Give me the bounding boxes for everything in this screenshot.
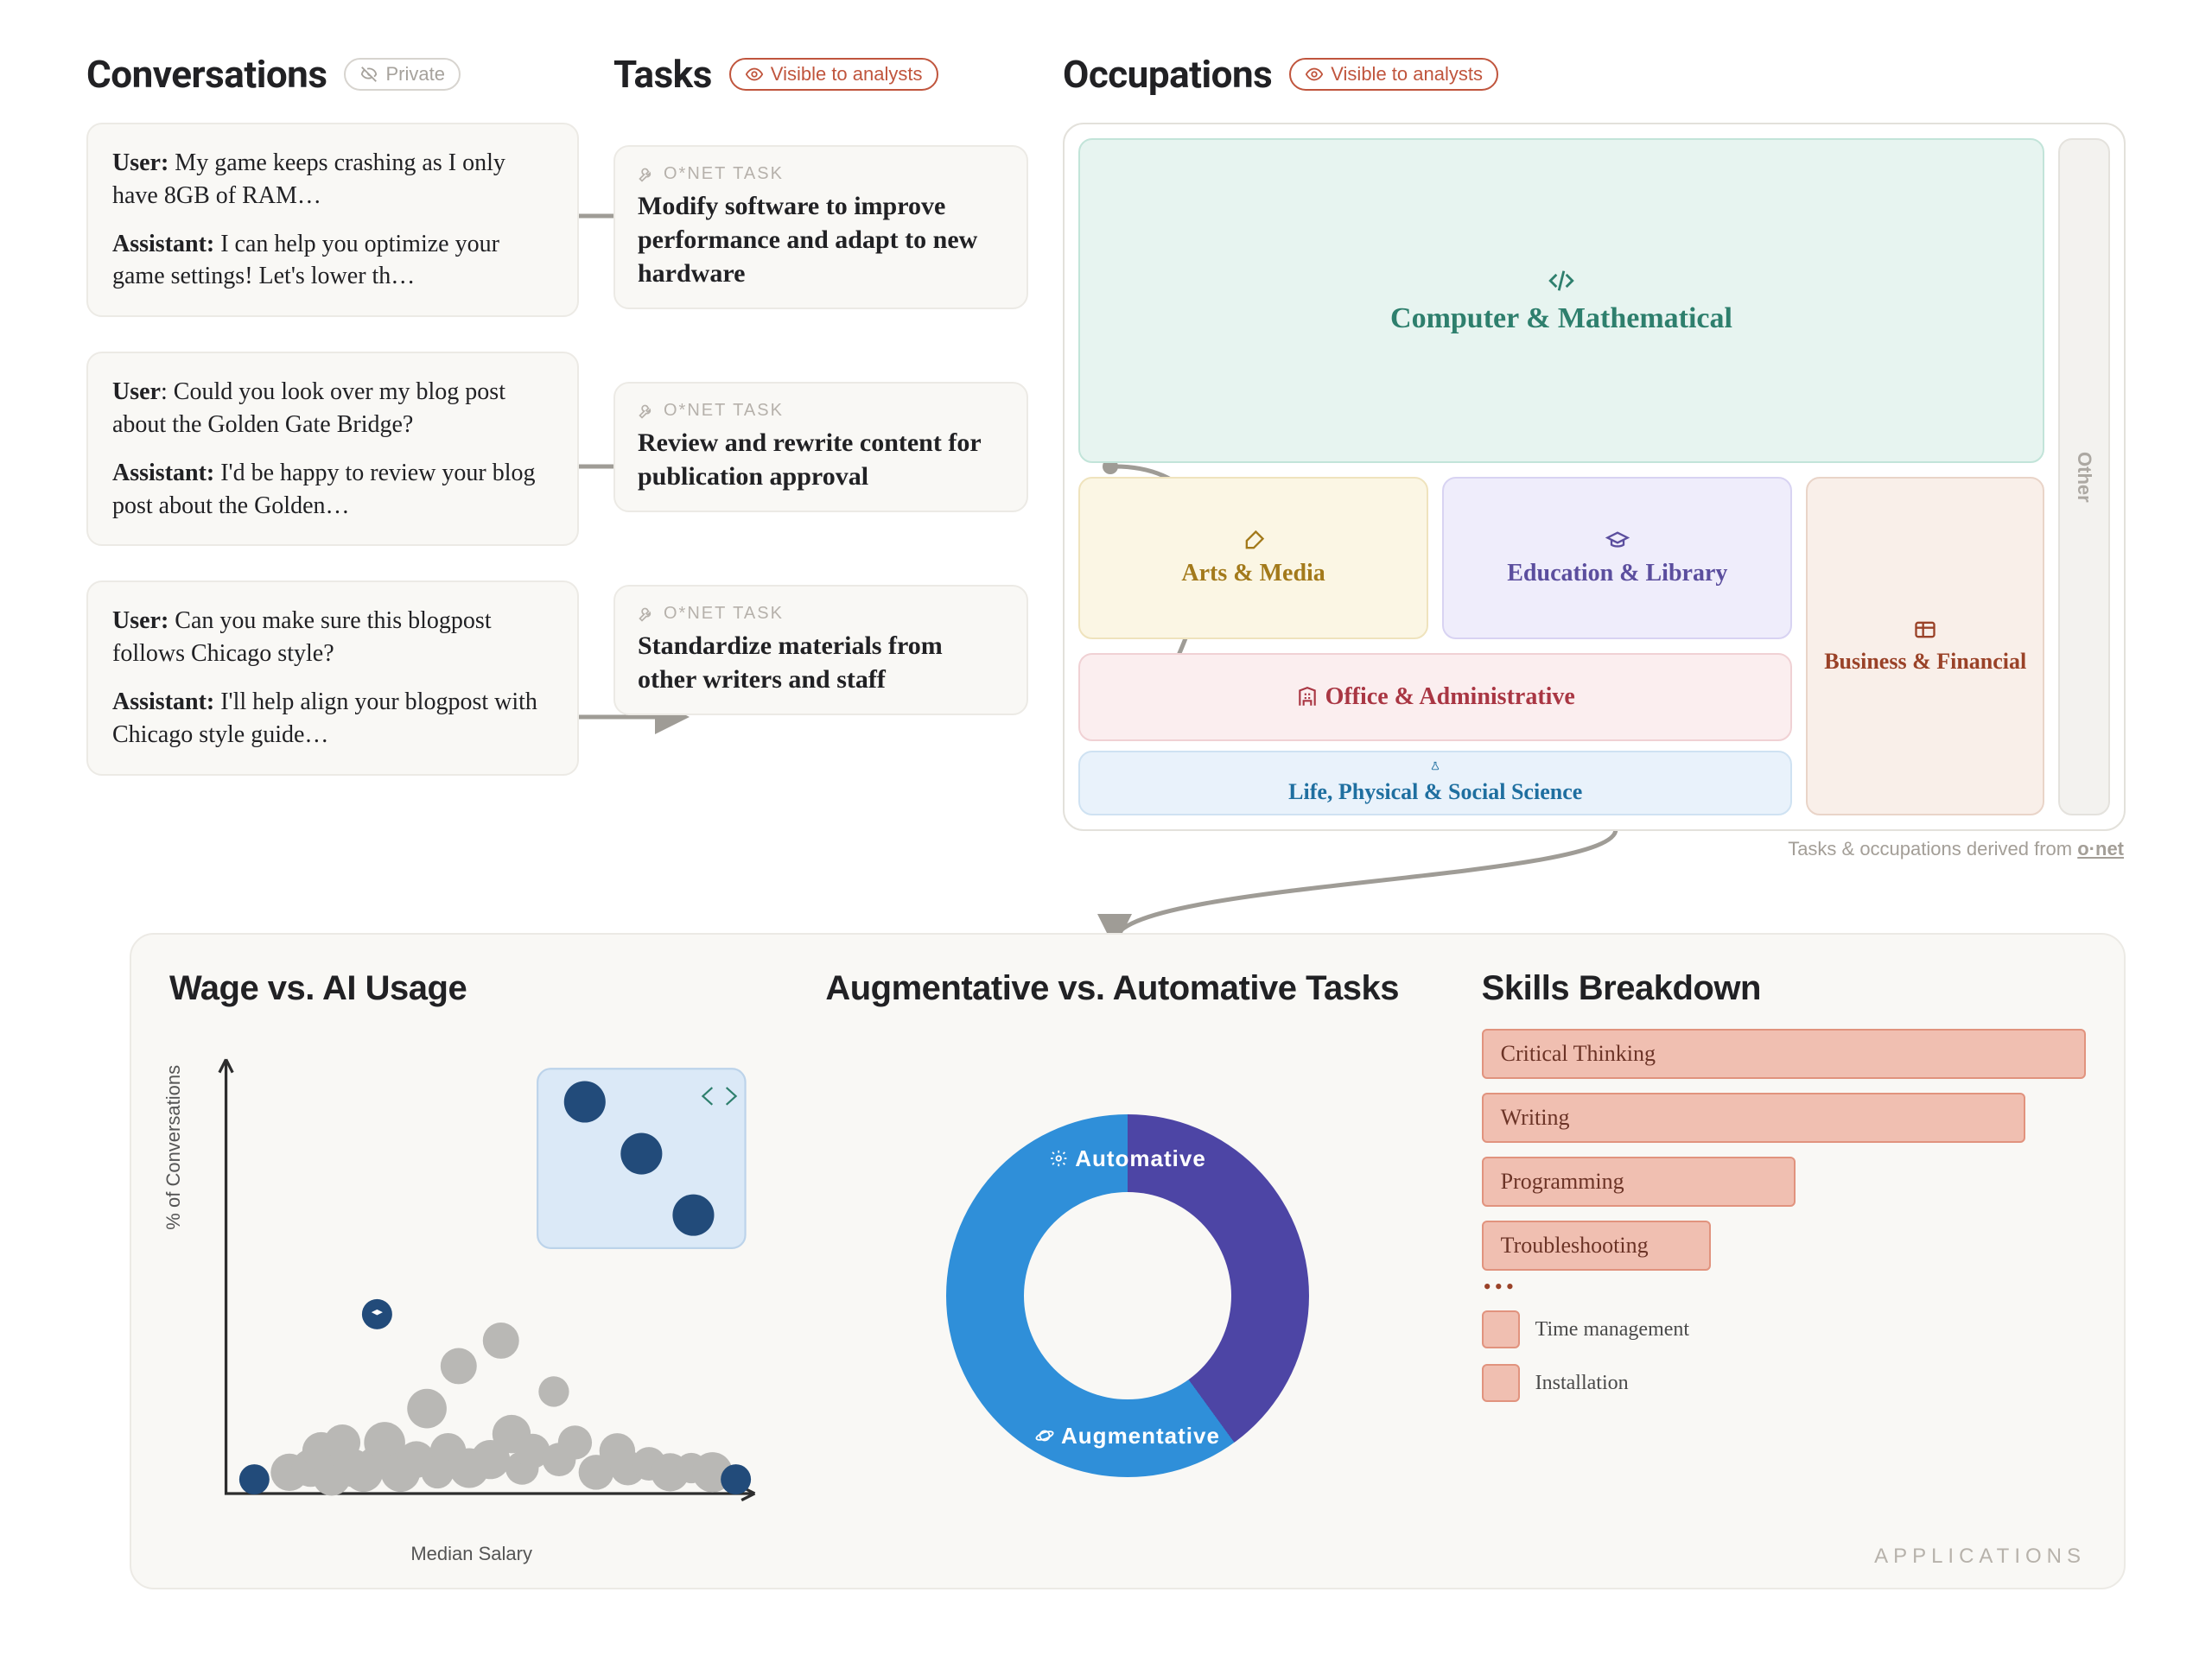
conversation-card: User: Could you look over my blog post a… [86, 352, 579, 546]
visible-badge: Visible to analysts [1289, 58, 1498, 91]
private-badge-label: Private [385, 63, 444, 86]
building-icon [1296, 686, 1319, 708]
tile-label: Other [2073, 452, 2095, 503]
skills-title: Skills Breakdown [1482, 969, 2086, 1008]
applications-panel: Wage vs. AI Usage % of Conversations [130, 933, 2126, 1589]
task-text: Standardize materials from other writers… [638, 629, 1004, 696]
tile-label: Office & Administrative [1325, 683, 1575, 711]
assistant-label: Assistant: [112, 460, 214, 486]
arc-automative: Automative [1049, 1145, 1206, 1172]
tile-label: Life, Physical & Social Science [1288, 779, 1582, 805]
user-label: User: [112, 149, 168, 176]
wrench-icon [638, 166, 655, 183]
tasks-column: Tasks Visible to analysts O*NET TASK Mod… [613, 52, 1028, 715]
wage-ylabel: % of Conversations [162, 1064, 185, 1229]
user-text: My game keeps crashing as I only have 8G… [112, 149, 505, 209]
task-eyebrow-label: O*NET TASK [664, 401, 784, 421]
tile-business-financial: Business & Financial [1806, 477, 2044, 815]
skill-bar: Critical Thinking [1482, 1029, 2086, 1079]
tile-other: Other [2058, 138, 2110, 815]
skill-small-row: Time management [1482, 1310, 2086, 1348]
task-text: Review and rewrite content for publicati… [638, 426, 1004, 493]
assistant-label: Assistant: [112, 231, 214, 257]
tile-label: Business & Financial [1824, 649, 2026, 675]
occupations-footer: Tasks & occupations derived from o·net [1788, 838, 2124, 860]
skill-chip [1482, 1364, 1520, 1402]
donut-title: Augmentative vs. Automative Tasks [825, 969, 1429, 1008]
skill-small-label: Installation [1535, 1372, 1629, 1395]
arc-label-text: Augmentative [1061, 1423, 1220, 1449]
skill-chip [1482, 1310, 1520, 1348]
conversation-card: User: Can you make sure this blogpost fo… [86, 580, 579, 775]
task-eyebrow-label: O*NET TASK [664, 604, 784, 624]
skills-tail: Time management Installation [1482, 1310, 2086, 1402]
task-eyebrow-label: O*NET TASK [664, 164, 784, 184]
gear-icon [1049, 1149, 1068, 1168]
tile-label: Education & Library [1507, 560, 1727, 587]
paintbrush-icon [1242, 529, 1266, 553]
eye-icon [1305, 65, 1324, 84]
tile-arts-media: Arts & Media [1078, 477, 1428, 639]
skill-bar: Troubleshooting [1482, 1221, 1712, 1271]
onet-brand: o·net [2077, 838, 2124, 860]
code-icon [1547, 266, 1576, 295]
skill-small-row: Installation [1482, 1364, 2086, 1402]
footer-prefix: Tasks & occupations derived from [1788, 838, 2077, 860]
table-icon [1913, 618, 1937, 642]
tile-label: Computer & Mathematical [1390, 302, 1732, 335]
skills-breakdown: Skills Breakdown Critical Thinking Writin… [1482, 969, 2086, 1562]
wage-xlabel: Median Salary [410, 1543, 532, 1565]
task-card: O*NET TASK Modify software to improve pe… [613, 145, 1028, 309]
conversations-column: Conversations Private User: My game keep… [86, 52, 579, 810]
applications-footer-label: APPLICATIONS [1874, 1545, 2086, 1569]
augment-vs-automate: Augmentative vs. Automative Tasks Automa… [825, 969, 1429, 1562]
user-text: : Could you look over my blog post about… [112, 378, 505, 438]
flask-icon [1425, 761, 1446, 771]
wrench-icon [638, 403, 655, 420]
skill-bar: Writing [1482, 1093, 2025, 1143]
assistant-label: Assistant: [112, 688, 214, 715]
task-card: O*NET TASK Standardize materials from ot… [613, 585, 1028, 715]
tile-label: Arts & Media [1181, 560, 1325, 587]
eye-off-icon [359, 65, 378, 84]
skills-bars: Critical Thinking Writing Programming Troub… [1482, 1029, 2086, 1271]
tasks-title: Tasks [613, 52, 712, 97]
occupations-column: Occupations Visible to analysts Computer… [1063, 52, 2126, 831]
wage-vs-ai-usage: Wage vs. AI Usage % of Conversations [169, 969, 773, 1562]
conversation-card: User: My game keeps crashing as I only h… [86, 123, 579, 317]
eye-icon [745, 65, 764, 84]
task-card: O*NET TASK Review and rewrite content fo… [613, 382, 1028, 512]
user-label: User: [112, 607, 168, 634]
visible-badge-label: Visible to analysts [1331, 63, 1483, 86]
wage-scatter-chart [169, 1029, 773, 1562]
skill-small-label: Time management [1535, 1318, 1689, 1342]
wrench-icon [638, 606, 655, 623]
user-text: Can you make sure this blogpost follows … [112, 607, 492, 667]
skill-bar: Programming [1482, 1157, 1796, 1207]
visible-badge-label: Visible to analysts [771, 63, 923, 86]
user-label: User [112, 378, 161, 405]
graduation-cap-icon [1605, 529, 1630, 553]
private-badge: Private [344, 58, 460, 91]
arc-label-text: Automative [1075, 1145, 1206, 1172]
tile-education-library: Education & Library [1442, 477, 1792, 639]
ellipsis-icon: ••• [1484, 1274, 2084, 1300]
tile-computer-mathematical: Computer & Mathematical [1078, 138, 2044, 463]
occupations-treemap: Computer & Mathematical Arts & Media Edu… [1063, 123, 2126, 831]
conversations-title: Conversations [86, 52, 327, 97]
wage-title: Wage vs. AI Usage [169, 969, 773, 1008]
tile-science: Life, Physical & Social Science [1078, 751, 1792, 815]
visible-badge: Visible to analysts [729, 58, 938, 91]
donut-chart: Automative Augmentative [946, 1114, 1309, 1477]
task-text: Modify software to improve performance a… [638, 189, 1004, 290]
tile-office-admin: Office & Administrative [1078, 653, 1792, 741]
arc-augmentative: Augmentative [1035, 1423, 1220, 1449]
occupations-title: Occupations [1063, 52, 1272, 97]
planet-icon [1035, 1426, 1054, 1445]
